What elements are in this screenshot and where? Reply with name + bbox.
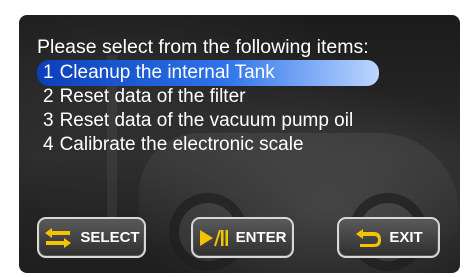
swap-arrows-icon — [43, 227, 73, 249]
menu-item-number: 3 — [43, 110, 54, 131]
menu-item-reset-filter[interactable]: 2 Reset data of the filter — [43, 86, 245, 108]
exit-button-label: EXIT — [389, 229, 423, 246]
menu-item-label: Cleanup the internal Tank — [59, 62, 275, 83]
menu-item-calibrate-scale[interactable]: 4 Calibrate the electronic scale — [43, 134, 304, 156]
menu-item-label: Reset data of the filter — [59, 86, 246, 107]
enter-button[interactable]: ENTER — [191, 217, 294, 258]
select-button[interactable]: SELECT — [37, 217, 146, 258]
enter-button-label: ENTER — [235, 229, 287, 246]
prompt-title: Please select from the following items: — [37, 36, 369, 58]
play-pause-icon — [199, 229, 229, 247]
menu-item-number: 1 — [43, 62, 54, 83]
menu-item-reset-pump-oil[interactable]: 3 Reset data of the vacuum pump oil — [43, 110, 353, 132]
exit-button[interactable]: EXIT — [337, 217, 440, 258]
device-screen: Please select from the following items: … — [19, 15, 460, 273]
menu-item-number: 4 — [43, 134, 54, 155]
menu-item-cleanup-tank[interactable]: 1 Cleanup the internal Tank — [37, 60, 379, 86]
return-arrow-icon — [354, 228, 382, 248]
select-button-label: SELECT — [80, 229, 140, 246]
menu-item-label: Reset data of the vacuum pump oil — [59, 110, 354, 131]
menu-item-label: Calibrate the electronic scale — [59, 134, 304, 155]
menu-item-number: 2 — [43, 86, 54, 107]
